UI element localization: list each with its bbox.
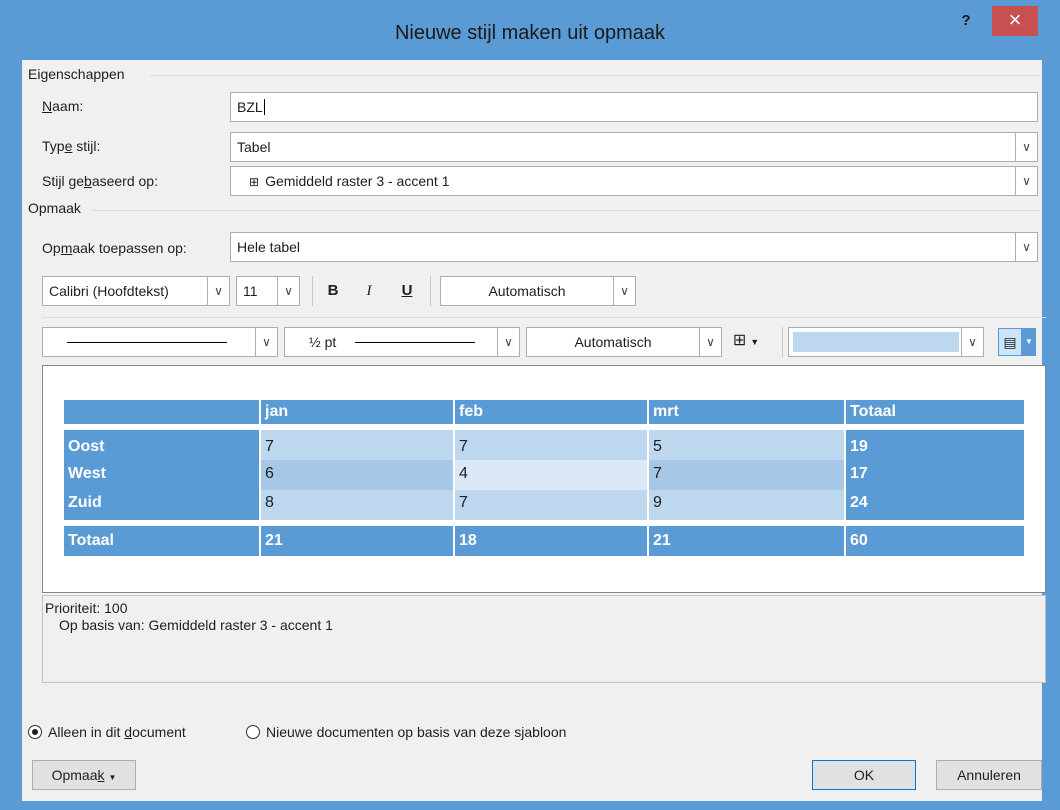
based-on-text: Op basis van: Gemiddeld raster 3 - accen… — [59, 617, 333, 633]
font-name-select[interactable]: Calibri (Hoofdtekst) ∨ — [42, 276, 230, 306]
font-color-select[interactable]: Automatisch ∨ — [440, 276, 636, 306]
header-cell: mrt — [653, 403, 679, 420]
row-header-cell: West — [68, 465, 106, 482]
style-type-label: Type stijl: — [42, 138, 101, 154]
table-cell: 4 — [459, 465, 468, 482]
name-input[interactable]: BZL — [230, 92, 1038, 122]
properties-group-label: Eigenschappen — [28, 66, 125, 82]
font-size-select[interactable]: 11 ∨ — [236, 276, 300, 306]
style-type-select[interactable]: Tabel ∨ — [230, 132, 1038, 162]
apply-to-select[interactable]: Hele tabel ∨ — [230, 232, 1038, 262]
table-cell: 7 — [265, 438, 274, 455]
table-preview: jan feb mrt Totaal Oost 7 7 5 19 West 6 … — [42, 365, 1046, 593]
table-grid-icon: ⊞ — [249, 175, 260, 189]
ok-button[interactable]: OK — [812, 760, 916, 790]
align-left-icon: ▤ — [1003, 334, 1017, 350]
chevron-down-icon[interactable]: ∨ — [699, 328, 721, 356]
dialog-window: Nieuwe stijl maken uit opmaak ? × Eigens… — [0, 0, 1060, 810]
apply-to-label: Opmaak toepassen op: — [42, 240, 187, 256]
chevron-down-icon[interactable]: ∨ — [613, 277, 635, 305]
style-description: Prioriteit: 100 Op basis van: Gemiddeld … — [42, 595, 1046, 683]
format-divider — [92, 210, 1040, 211]
line-style-select[interactable]: ∨ — [42, 327, 278, 357]
italic-button[interactable]: I — [356, 277, 382, 305]
underline-button[interactable]: U — [394, 277, 420, 305]
format-menu-button[interactable]: Opmaak ▼ — [32, 760, 136, 790]
chevron-down-icon[interactable]: ∨ — [1015, 167, 1037, 195]
line-style-sample — [67, 342, 227, 343]
header-cell: feb — [459, 403, 483, 420]
shading-color-select[interactable]: ∨ — [788, 327, 984, 357]
total-cell: 17 — [850, 465, 868, 482]
close-button[interactable]: × — [992, 6, 1038, 36]
border-color-select[interactable]: Automatisch ∨ — [526, 327, 722, 357]
toolbar-divider — [42, 317, 1046, 318]
dropdown-arrow-icon: ▼ — [1025, 337, 1033, 346]
total-row-cell: 18 — [459, 532, 477, 549]
name-label: Naam: — [42, 98, 84, 114]
total-row-cell: Totaal — [68, 532, 114, 549]
bold-button[interactable]: B — [320, 277, 346, 305]
alignment-dropdown[interactable]: ▼ — [1022, 328, 1036, 356]
border-grid-icon: ⊞ — [732, 332, 747, 349]
toolbar-separator — [312, 276, 313, 306]
header-cell: Totaal — [850, 403, 896, 420]
row-header-cell: Oost — [68, 438, 105, 455]
total-row-cell: 21 — [653, 532, 671, 549]
format-group-label: Opmaak — [28, 200, 81, 216]
table-cell: 7 — [653, 465, 662, 482]
line-weight-select[interactable]: ½ pt ∨ — [284, 327, 520, 357]
alignment-button[interactable]: ▤ — [998, 328, 1022, 356]
row-header-cell: Zuid — [68, 494, 102, 511]
radio-this-document-label[interactable]: Alleen in dit document — [48, 722, 186, 742]
properties-divider — [150, 75, 1040, 76]
toolbar-separator — [782, 327, 783, 357]
total-row-cell: 21 — [265, 532, 283, 549]
dropdown-arrow-icon: ▼ — [108, 773, 117, 782]
dialog-title: Nieuwe stijl maken uit opmaak — [394, 22, 666, 44]
chevron-down-icon[interactable]: ∨ — [255, 328, 277, 356]
line-weight-sample — [355, 342, 475, 343]
table-cell: 9 — [653, 494, 662, 511]
chevron-down-icon[interactable]: ∨ — [961, 328, 983, 356]
priority-text: Prioriteit: 100 — [45, 600, 128, 616]
chevron-down-icon[interactable]: ∨ — [1015, 233, 1037, 261]
header-cell: jan — [265, 403, 289, 420]
table-cell: 5 — [653, 438, 662, 455]
cancel-button[interactable]: Annuleren — [936, 760, 1042, 790]
radio-this-document[interactable] — [28, 725, 42, 739]
title-bar: Nieuwe stijl maken uit opmaak ? × — [0, 0, 1060, 60]
chevron-down-icon[interactable]: ∨ — [1015, 133, 1037, 161]
table-cell: 7 — [459, 494, 468, 511]
chevron-down-icon[interactable]: ∨ — [207, 277, 229, 305]
dropdown-arrow-icon: ▼ — [750, 337, 760, 347]
based-on-label: Stijl gebaseerd op: — [42, 173, 158, 189]
help-button[interactable]: ? — [953, 8, 979, 34]
radio-new-documents-label[interactable]: Nieuwe documenten op basis van deze sjab… — [266, 722, 566, 742]
preview-table: jan feb mrt Totaal Oost 7 7 5 19 West 6 … — [64, 400, 1024, 562]
shading-color-swatch — [793, 332, 959, 352]
toolbar-separator — [430, 276, 431, 306]
based-on-select[interactable]: ⊞ Gemiddeld raster 3 - accent 1 ∨ — [230, 166, 1038, 196]
table-cell: 8 — [265, 494, 274, 511]
header-cell — [64, 401, 259, 423]
total-cell: 19 — [850, 438, 868, 455]
total-row-cell: 60 — [850, 532, 868, 549]
borders-button[interactable]: ⊞ ▼ — [726, 327, 766, 355]
radio-new-documents[interactable] — [246, 725, 260, 739]
total-cell: 24 — [850, 494, 868, 511]
table-cell: 6 — [265, 465, 274, 482]
table-cell: 7 — [459, 438, 468, 455]
dialog-body: Eigenschappen Naam: BZL Type stijl: Tabe… — [22, 60, 1046, 801]
chevron-down-icon[interactable]: ∨ — [277, 277, 299, 305]
chevron-down-icon[interactable]: ∨ — [497, 328, 519, 356]
